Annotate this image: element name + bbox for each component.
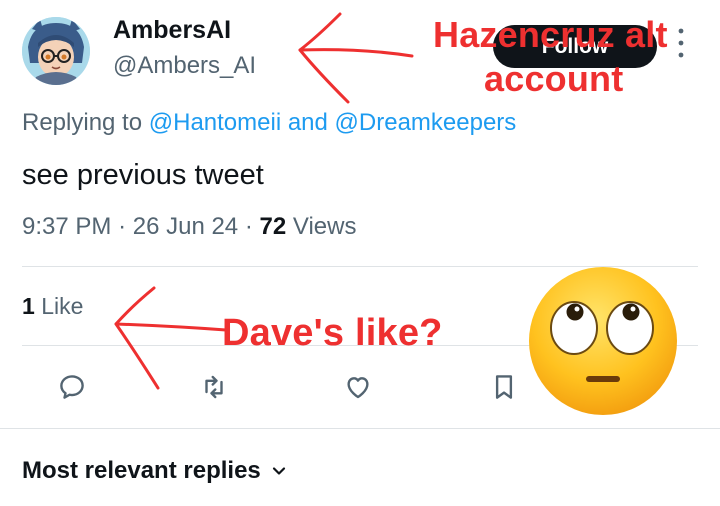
handle[interactable]: @Ambers_AI xyxy=(113,52,256,80)
retweet-button[interactable] xyxy=(196,369,232,405)
replies-sort-dropdown[interactable]: Most relevant replies xyxy=(22,457,287,485)
annotation-arrow-head-bottom xyxy=(114,286,160,390)
divider xyxy=(0,428,720,429)
views-count: 72 xyxy=(259,213,287,240)
reply-icon xyxy=(60,375,84,399)
tweet-date[interactable]: 26 Jun 24 xyxy=(133,213,238,240)
meta-separator: · xyxy=(244,213,260,240)
annotation-text-alt-line1: Hazencruz alt xyxy=(433,14,668,55)
annotation-arrow-shaft-top xyxy=(298,48,414,58)
annotation-text-dave: Dave's like? xyxy=(222,312,443,354)
avatar-image xyxy=(22,17,90,85)
replying-to-line: Replying to @Hantomeii and @Dreamkeepers xyxy=(22,109,516,137)
reply-mentions[interactable]: @Hantomeii and @Dreamkeepers xyxy=(149,109,517,136)
views-label: Views xyxy=(292,213,357,240)
annotation-arrow-shaft-bottom xyxy=(114,322,228,332)
display-name[interactable]: AmbersAI xyxy=(113,16,231,45)
likes-line[interactable]: 1 Like xyxy=(22,293,83,320)
replying-to-prefix: Replying to xyxy=(22,109,143,136)
likes-label: Like xyxy=(41,293,84,319)
chevron-down-icon xyxy=(272,467,285,475)
bookmark-button[interactable] xyxy=(486,369,522,405)
replies-sort-label: Most relevant replies xyxy=(22,457,261,484)
tweet-text: see previous tweet xyxy=(22,159,264,191)
rolling-eyes-emoji-icon xyxy=(529,267,677,415)
avatar[interactable] xyxy=(22,17,90,85)
reply-button[interactable] xyxy=(54,369,90,405)
likes-count: 1 xyxy=(22,293,35,319)
annotation-text-alt-line2: account xyxy=(484,58,624,99)
retweet-icon xyxy=(205,375,223,399)
tweet-meta: 9:37 PM · 26 Jun 24 · 72 Views xyxy=(22,213,356,241)
bookmark-icon xyxy=(495,375,513,399)
more-options-icon[interactable] xyxy=(676,26,686,60)
annotation-arrow-head-top xyxy=(298,12,350,104)
tweet-time[interactable]: 9:37 PM xyxy=(22,213,111,240)
heart-icon xyxy=(347,377,369,399)
like-button[interactable] xyxy=(340,369,376,405)
meta-separator: · xyxy=(118,213,133,240)
